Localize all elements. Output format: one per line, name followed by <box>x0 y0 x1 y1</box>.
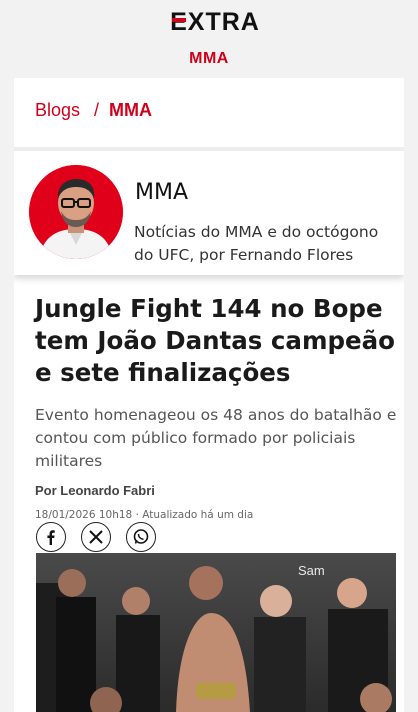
share-whatsapp-button[interactable] <box>126 522 156 552</box>
article-headline: Jungle Fight 144 no Bope tem João Dantas… <box>35 294 395 387</box>
article-photo[interactable]: Sam <box>36 553 396 712</box>
article-photo-image: Sam <box>36 553 396 712</box>
photo-sponsor-text: Sam <box>298 563 325 578</box>
site-header: EXTRA MMA <box>14 0 404 78</box>
breadcrumb-blogs[interactable]: Blogs <box>35 100 80 120</box>
blog-card[interactable]: MMA Notícias do MMA e do octógono do UFC… <box>14 151 404 275</box>
breadcrumb: Blogs / MMA <box>35 99 152 123</box>
facebook-icon <box>47 530 55 545</box>
x-icon <box>89 530 103 544</box>
breadcrumb-mma[interactable]: MMA <box>109 100 152 120</box>
logo-accent <box>172 18 186 22</box>
extra-logo[interactable]: EXTRA <box>159 8 271 34</box>
blog-title[interactable]: MMA <box>135 180 188 205</box>
breadcrumb-separator: / <box>94 99 100 120</box>
article-subtitle: Evento homenageou os 48 anos do batalhão… <box>35 406 397 470</box>
page: EXTRA MMA Blogs / MMA MMA Notícias do MM… <box>14 0 404 712</box>
author-avatar <box>29 165 123 259</box>
section-nav-mma[interactable]: MMA <box>14 50 404 68</box>
whatsapp-icon <box>133 529 149 544</box>
author-avatar-image <box>29 165 123 259</box>
article-byline[interactable]: Por Leonardo Fabri <box>35 483 155 498</box>
blog-description: Notícias do MMA e do octógono do UFC, po… <box>134 223 379 264</box>
article-dateline: 18/01/2026 10h18 · Atualizado há um dia <box>35 509 254 521</box>
share-facebook-button[interactable] <box>36 522 66 552</box>
share-x-button[interactable] <box>81 522 111 552</box>
